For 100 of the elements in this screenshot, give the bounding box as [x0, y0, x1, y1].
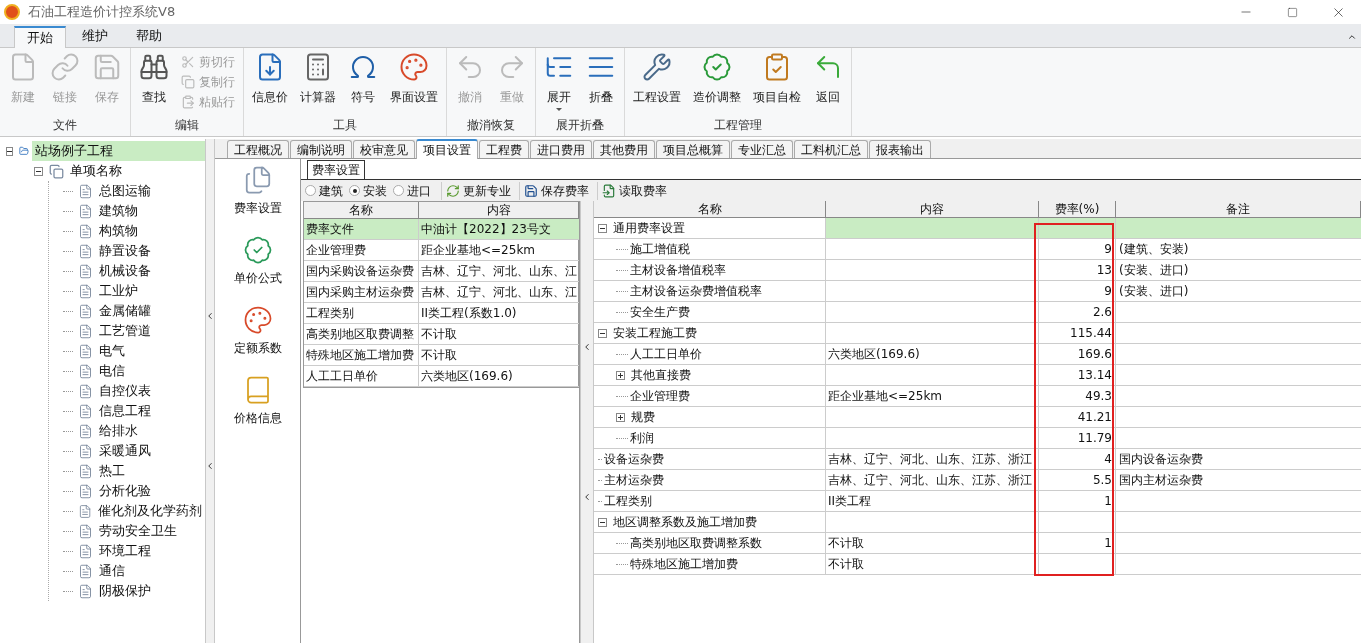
tree-item[interactable]: 站场例子工程 — [32, 141, 205, 161]
toolbar-button[interactable]: 读取费率 — [597, 181, 667, 200]
content-tab[interactable]: 专业汇总 — [731, 140, 793, 158]
ribbon-button[interactable]: 界面设置 — [386, 48, 442, 114]
tree-item[interactable]: 劳动安全卫生 — [96, 521, 181, 541]
ribbon-button[interactable]: 计算器 — [296, 48, 340, 114]
radio-icon[interactable] — [349, 185, 360, 196]
tree-toggle-icon[interactable] — [6, 146, 13, 156]
column-header: 内容 — [826, 201, 1039, 218]
tree-item[interactable]: 静置设备 — [96, 241, 155, 261]
category-radio[interactable]: 安装 — [349, 181, 387, 200]
content-tab[interactable]: 工程概况 — [227, 140, 289, 158]
file-icon — [78, 183, 94, 199]
table-cell: 115.44 — [1039, 323, 1116, 344]
tree-item[interactable]: 单项名称 — [67, 161, 125, 181]
content-tab[interactable]: 工料机汇总 — [794, 140, 868, 158]
tree-item[interactable]: 电气 — [96, 341, 129, 361]
row-toggle-icon[interactable] — [598, 517, 607, 527]
ribbon-button[interactable]: 信息价 — [248, 48, 292, 114]
tree-item[interactable]: 金属储罐 — [96, 301, 155, 321]
file-icon — [78, 223, 94, 239]
pages-icon — [49, 163, 64, 179]
ribbon-icon — [92, 52, 122, 82]
tree-item[interactable]: 机械设备 — [96, 261, 155, 281]
row-toggle-icon[interactable] — [616, 412, 625, 422]
table-cell: 吉林、辽宁、河北、山东、江 — [419, 261, 579, 282]
table-cell-text: 主材运杂费 — [604, 472, 664, 489]
content-tab[interactable]: 工程费 — [479, 140, 529, 158]
app-logo-icon — [4, 4, 20, 20]
table-cell: 2.6 — [1039, 302, 1116, 323]
tree-item[interactable]: 电信 — [96, 361, 129, 381]
ribbon-icon — [399, 52, 429, 82]
table-cell: II类工程(系数1.0) — [419, 303, 579, 324]
ribbon-icon — [702, 52, 732, 82]
ribbon-button[interactable]: 工程设置 — [629, 48, 685, 114]
content-tab[interactable]: 校审意见 — [353, 140, 415, 158]
content-tab[interactable]: 编制说明 — [290, 140, 352, 158]
tree-toggle-icon[interactable] — [34, 166, 43, 176]
content-tab[interactable]: 报表输出 — [869, 140, 931, 158]
tree-item[interactable]: 采暖通风 — [96, 441, 155, 461]
ribbon-button[interactable]: 符号 — [344, 48, 382, 114]
ribbon-tab[interactable]: 帮助 — [124, 25, 174, 47]
tree-item[interactable]: 催化剂及化学药剂 — [95, 501, 205, 521]
column-header: 内容 — [419, 202, 579, 219]
row-toggle-icon[interactable] — [616, 370, 625, 380]
window-title: 石油工程造价计控系统V8 — [28, 3, 176, 22]
content-tab[interactable]: 其他费用 — [593, 140, 655, 158]
table-cell: 国内采购主材运杂费 — [304, 282, 419, 303]
table-cell: II类工程 — [826, 491, 1039, 512]
tree-item[interactable]: 通信 — [96, 561, 129, 581]
column-header: 费率(%) — [1039, 201, 1116, 218]
nav-icon — [242, 235, 273, 265]
tree-item[interactable]: 信息工程 — [96, 401, 155, 421]
side-nav-item[interactable]: 单价公式 — [233, 235, 282, 287]
row-toggle-icon[interactable] — [598, 328, 607, 338]
tree-item[interactable]: 总图运输 — [96, 181, 155, 201]
file-icon — [78, 463, 94, 479]
tree-item[interactable]: 自控仪表 — [96, 381, 155, 401]
ribbon-button[interactable]: 返回 — [809, 48, 847, 114]
ribbon-button[interactable]: 查找 — [135, 48, 173, 114]
ribbon-tab[interactable]: 开始 — [14, 26, 66, 48]
tree-item[interactable]: 工艺管道 — [96, 321, 155, 341]
content-tab[interactable]: 项目总概算 — [656, 140, 730, 158]
ribbon-button[interactable]: 项目自检 — [749, 48, 805, 114]
tree-item[interactable]: 工业炉 — [96, 281, 142, 301]
ribbon-group-label: 展开折叠 — [555, 117, 605, 134]
ribbon-button[interactable]: 造价调整 — [689, 48, 745, 114]
category-radio[interactable]: 进口 — [393, 181, 431, 200]
side-nav-item[interactable]: 费率设置 — [233, 165, 282, 217]
table-cell: 国内主材运杂费 — [1116, 470, 1361, 491]
tree-item[interactable]: 环境工程 — [96, 541, 155, 561]
toolbar-button[interactable]: 保存费率 — [519, 181, 589, 200]
tree-item[interactable]: 给排水 — [96, 421, 142, 441]
radio-icon[interactable] — [393, 185, 404, 196]
table-cell-text: 高类别地区取费调整系数 — [630, 535, 762, 552]
content-tab[interactable]: 项目设置 — [416, 139, 478, 159]
toolbar-button[interactable]: 更新专业 — [441, 181, 511, 200]
tree-item[interactable]: 建筑物 — [96, 201, 142, 221]
content-tab[interactable]: 进口费用 — [530, 140, 592, 158]
category-radio[interactable]: 建筑 — [305, 181, 343, 200]
tree-item[interactable]: 热工 — [96, 461, 129, 481]
side-nav-item[interactable]: 价格信息 — [233, 375, 282, 427]
sub-tab[interactable]: 费率设置 — [307, 160, 365, 179]
table-cell: 不计取 — [826, 533, 1039, 554]
tree-item[interactable]: 阴极保护 — [96, 581, 155, 601]
ribbon-button[interactable]: 展开 — [540, 48, 578, 114]
ribbon-tab[interactable]: 维护 — [70, 25, 120, 47]
table-cell-text: 设备运杂费 — [604, 451, 664, 468]
row-toggle-icon[interactable] — [598, 223, 607, 233]
table-cell-text: 地区调整系数及施工增加费 — [613, 514, 757, 531]
ribbon-button[interactable]: 折叠 — [582, 48, 620, 114]
radio-icon[interactable] — [305, 185, 316, 196]
tree-item[interactable]: 构筑物 — [96, 221, 142, 241]
table-cell-text: 安装工程施工费 — [613, 325, 697, 342]
side-nav-item[interactable]: 定额系数 — [233, 305, 282, 357]
file-icon — [78, 443, 94, 459]
collapse-ribbon-icon[interactable] — [1347, 32, 1357, 42]
ribbon-group-label: 撤消恢复 — [466, 117, 516, 134]
column-header: 名称 — [594, 201, 826, 218]
tree-item[interactable]: 分析化验 — [96, 481, 155, 501]
